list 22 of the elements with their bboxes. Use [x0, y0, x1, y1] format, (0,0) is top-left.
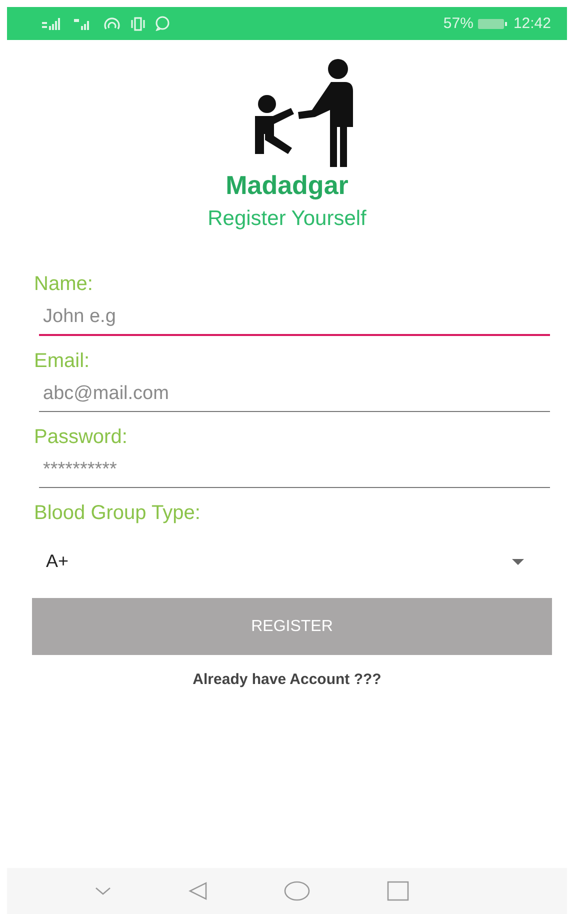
- vibrate-icon: [129, 16, 147, 30]
- battery-level: 57%: [443, 15, 474, 32]
- app-subtitle: Register Yourself: [208, 207, 366, 231]
- input-field[interactable]: abc@mail.com: [39, 379, 550, 412]
- login-link[interactable]: Already have Account ???: [192, 671, 382, 688]
- app-title: Madadgar: [226, 170, 348, 201]
- recents-icon[interactable]: [386, 881, 409, 901]
- back-icon[interactable]: [188, 881, 208, 901]
- chevron-down-icon[interactable]: [95, 887, 112, 895]
- hotspot-icon: [103, 16, 121, 30]
- clock: 12:42: [513, 15, 551, 32]
- field-label: Password:: [34, 426, 128, 449]
- dropdown[interactable]: A+: [34, 537, 550, 586]
- chat-icon: [155, 16, 170, 31]
- home-icon[interactable]: [284, 881, 310, 901]
- input-field[interactable]: **********: [39, 455, 550, 488]
- battery-icon: [478, 18, 508, 30]
- field-label: Name:: [34, 273, 94, 296]
- input-field[interactable]: John e.g: [39, 302, 550, 336]
- field-label: Email:: [34, 350, 91, 373]
- caret-icon: [512, 558, 524, 564]
- field-label: Blood Group Type:: [34, 502, 202, 525]
